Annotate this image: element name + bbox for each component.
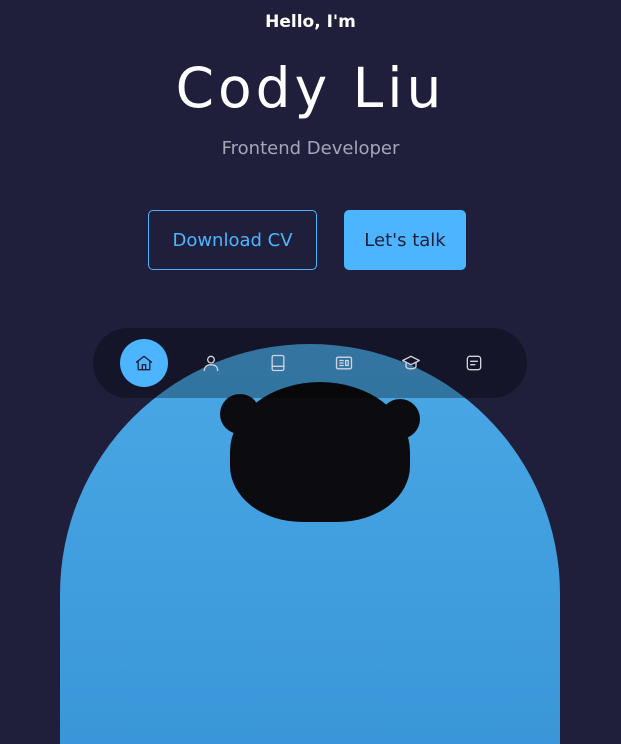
lets-talk-button[interactable]: Let's talk: [344, 210, 466, 270]
graduation-cap-icon: [402, 355, 420, 370]
nav-contact[interactable]: [450, 339, 498, 387]
nav-services[interactable]: [320, 339, 368, 387]
hero-section: Hello, I'm Cody Liu Frontend Developer D…: [0, 0, 621, 744]
bottom-nav: [93, 328, 527, 398]
home-icon: [135, 355, 153, 371]
profile-photo: [60, 344, 560, 744]
nav-home[interactable]: [120, 339, 168, 387]
nav-education[interactable]: [387, 339, 435, 387]
message-icon: [466, 355, 482, 371]
name-heading: Cody Liu: [175, 56, 446, 120]
download-cv-button[interactable]: Download CV: [148, 210, 317, 270]
nav-about[interactable]: [187, 339, 235, 387]
role-subtitle: Frontend Developer: [221, 138, 400, 159]
services-icon: [335, 356, 353, 370]
portrait-hair-tuft: [220, 394, 260, 434]
book-icon: [271, 354, 285, 372]
nav-experience[interactable]: [254, 339, 302, 387]
user-icon: [203, 355, 219, 372]
greeting-text: Hello, I'm: [265, 12, 356, 32]
portrait-hair-tuft: [380, 399, 420, 439]
